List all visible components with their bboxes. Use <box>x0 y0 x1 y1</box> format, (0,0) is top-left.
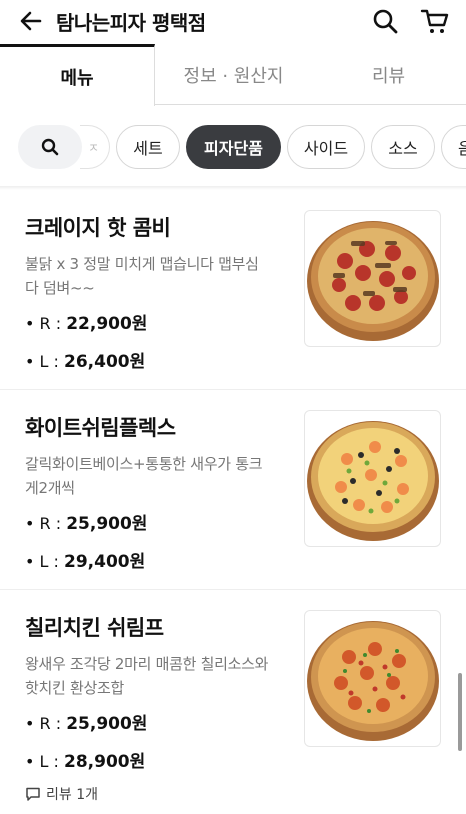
chip-pizza-single[interactable]: 피자단품 <box>186 125 281 169</box>
menu-item[interactable]: 크레이지 핫 콤비 불닭 x 3 정말 미치게 맵습니다 맵부심 다 덤벼~~ … <box>0 190 466 390</box>
menu-item-name: 칠리치킨 쉬림프 <box>25 616 164 640</box>
menu-item[interactable]: 칠리치킨 쉬림프 왕새우 조각당 2마리 매콤한 칠리소스와 핫치킨 환상조합 … <box>0 590 466 814</box>
menu-search-button[interactable] <box>18 125 82 169</box>
tab-info-origin[interactable]: 정보 · 원산지 <box>156 44 311 106</box>
menu-item-name: 화이트쉬림플렉스 <box>25 416 176 440</box>
cart-icon[interactable] <box>420 6 450 36</box>
menu-item-name: 크레이지 핫 콤비 <box>25 216 171 240</box>
menu-item-image <box>304 410 441 547</box>
menu-item[interactable]: 화이트쉬림플렉스 갈릭화이트베이스+통통한 새우가 통크 게2개씩 • R : … <box>0 390 466 590</box>
comment-icon <box>26 787 40 801</box>
tab-review[interactable]: 리뷰 <box>311 44 466 106</box>
tab-menu[interactable]: 메뉴 <box>0 44 155 106</box>
back-arrow-icon[interactable] <box>16 6 46 36</box>
price-large: • L : 28,900원 <box>25 752 146 772</box>
category-chips: ㅈ 세트 피자단품 사이드 소스 음 <box>0 106 466 188</box>
menu-item-desc: 갈릭화이트베이스+통통한 새우가 통크 게2개씩 <box>25 455 263 497</box>
price-large: • L : 26,400원 <box>25 352 146 372</box>
pizza-pepperoni-image <box>307 221 439 341</box>
partial-chip[interactable]: ㅈ <box>80 125 110 169</box>
tab-divider <box>155 104 466 105</box>
price-regular: • R : 25,900원 <box>25 714 148 734</box>
review-count[interactable]: 리뷰 1개 <box>25 784 98 804</box>
menu-item-desc: 불닭 x 3 정말 미치게 맵습니다 맵부심 다 덤벼~~ <box>25 255 259 297</box>
store-title: 탐나는피자 평택점 <box>56 11 206 35</box>
search-icon[interactable] <box>370 6 400 36</box>
price-regular: • R : 25,900원 <box>25 514 148 534</box>
menu-item-image <box>304 610 441 747</box>
scrollbar[interactable] <box>458 673 462 751</box>
menu-item-desc: 왕새우 조각당 2마리 매콤한 칠리소스와 핫치킨 환상조합 <box>25 655 269 697</box>
chip-sauce[interactable]: 소스 <box>371 125 435 169</box>
price-large: • L : 29,400원 <box>25 552 146 572</box>
chip-drink[interactable]: 음 <box>441 125 466 169</box>
chip-set[interactable]: 세트 <box>116 125 180 169</box>
top-bar: 탐나는피자 평택점 <box>0 0 466 42</box>
pizza-chili-shrimp-image <box>307 621 439 741</box>
price-regular: • R : 22,900원 <box>25 314 148 334</box>
store-tabs: 메뉴 정보 · 원산지 리뷰 <box>0 44 466 106</box>
chip-side[interactable]: 사이드 <box>287 125 365 169</box>
pizza-white-shrimp-image <box>307 421 439 541</box>
menu-item-image <box>304 210 441 347</box>
search-icon <box>41 138 59 156</box>
